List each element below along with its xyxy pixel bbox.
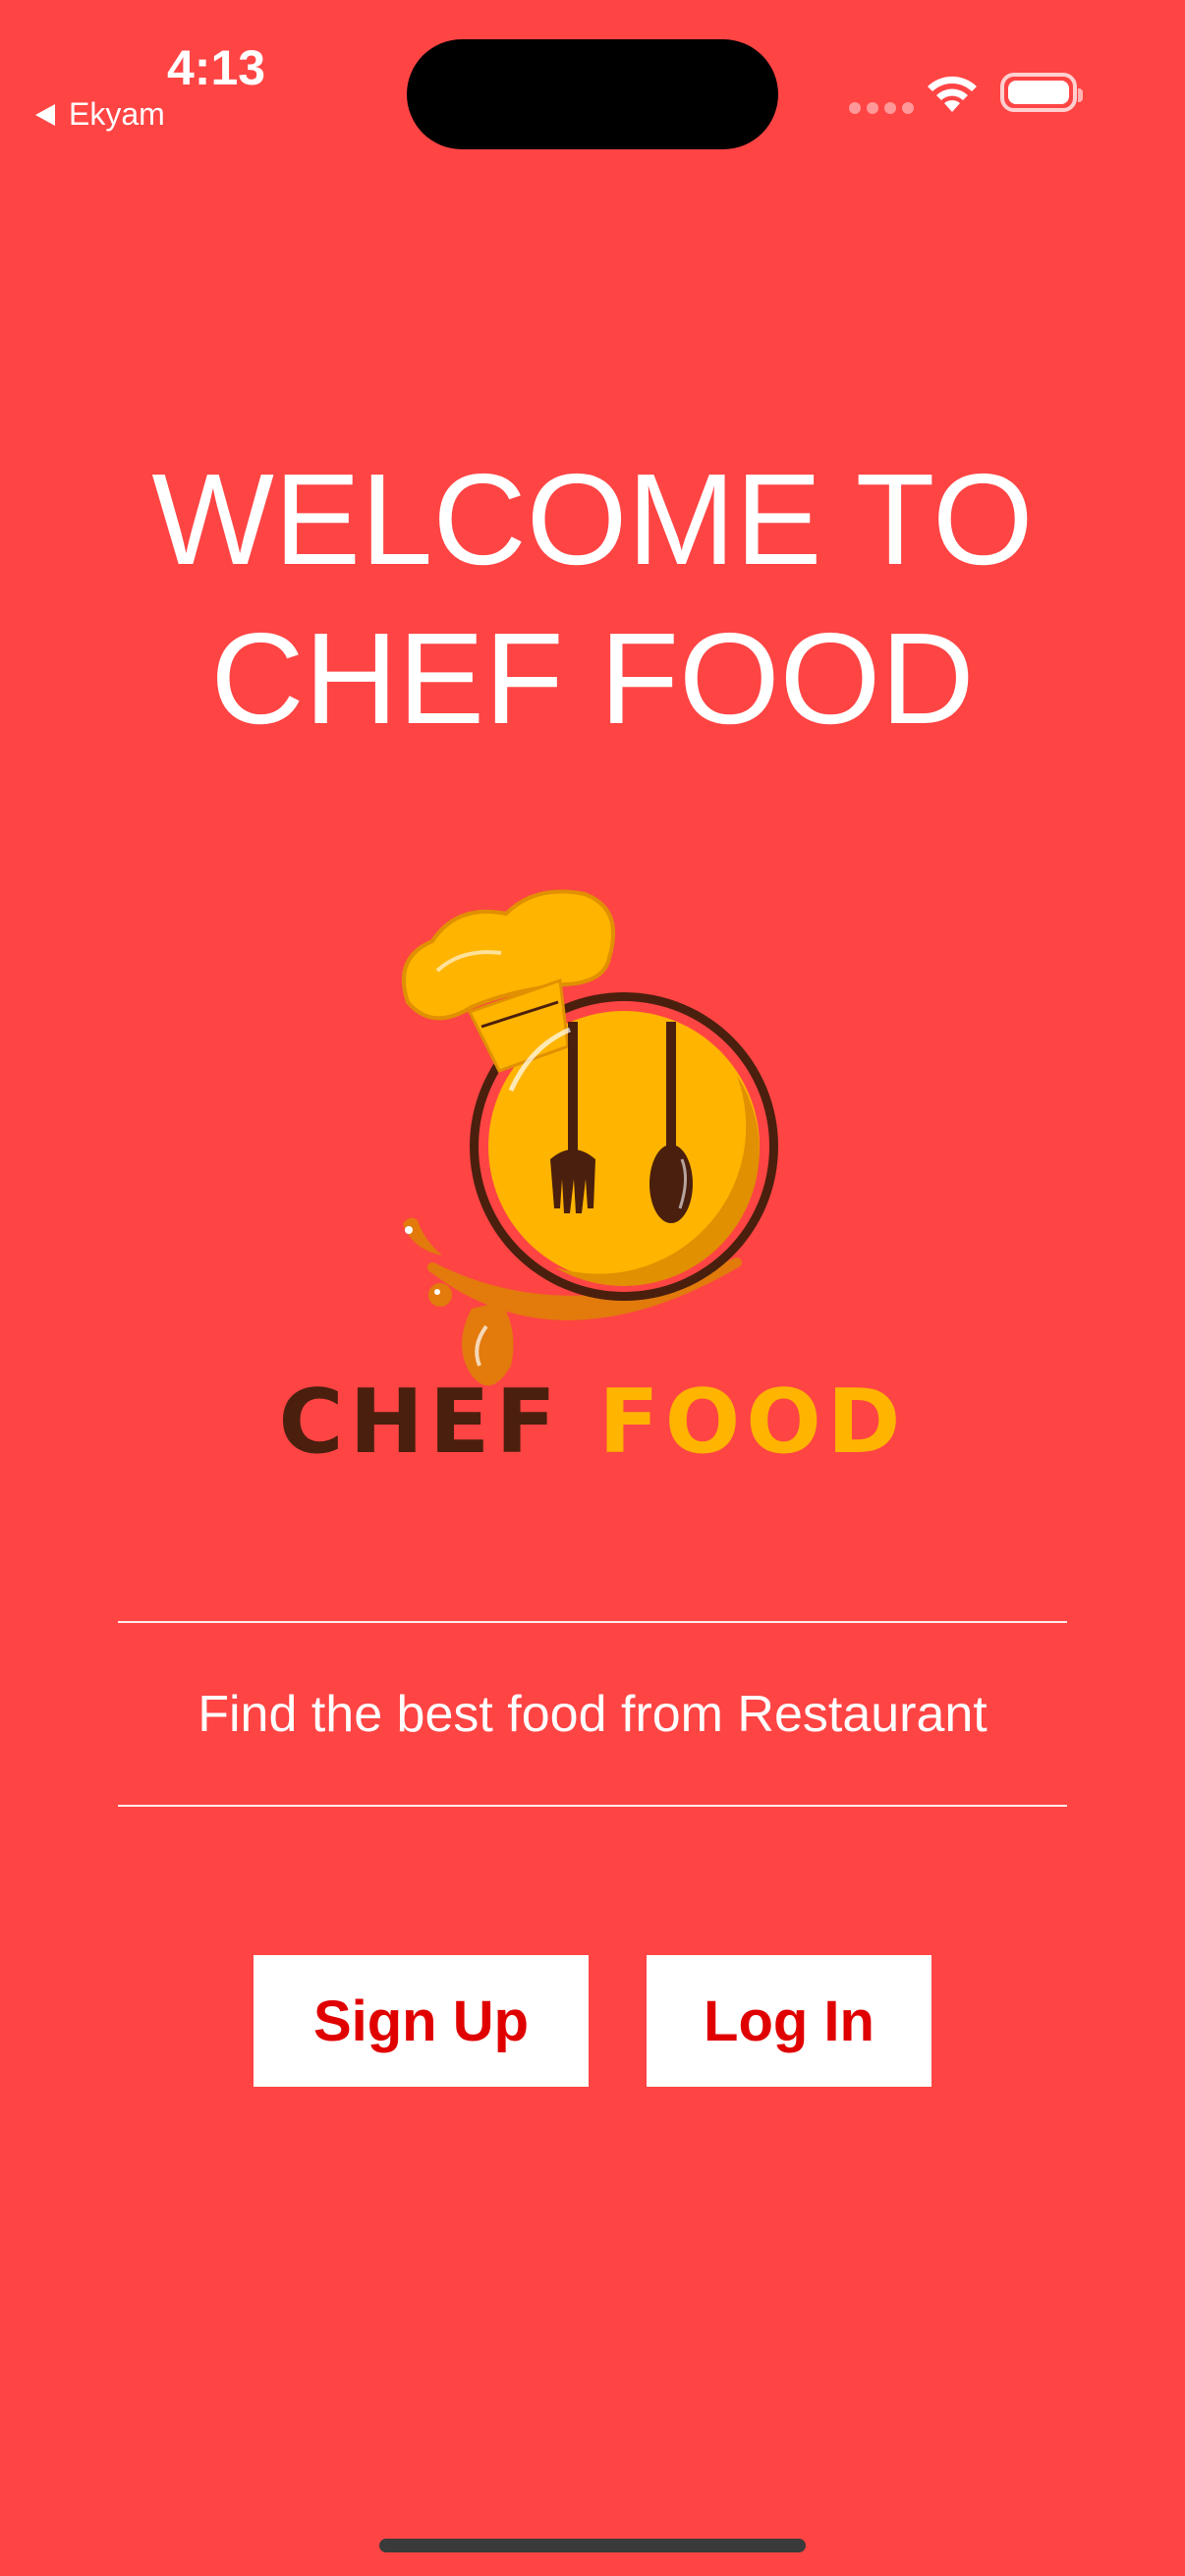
divider-top bbox=[118, 1621, 1067, 1623]
tagline: Find the best food from Restaurant bbox=[198, 1686, 988, 1743]
dynamic-island bbox=[407, 39, 778, 149]
wifi-icon bbox=[928, 76, 977, 112]
logo-wordmark: CHEF FOOD bbox=[0, 1371, 1185, 1474]
home-indicator[interactable] bbox=[379, 2539, 806, 2552]
welcome-screen: 4:13 Ekyam WELCOME TO CHEF FOOD CHEF FOO… bbox=[0, 0, 1185, 2576]
sign-up-button[interactable]: Sign Up bbox=[254, 1955, 589, 2087]
back-app-label: Ekyam bbox=[69, 96, 165, 132]
welcome-title-line2: CHEF FOOD bbox=[210, 606, 975, 751]
battery-icon bbox=[1000, 73, 1083, 112]
welcome-title-line1: WELCOME TO bbox=[151, 447, 1034, 591]
back-to-app-link[interactable]: Ekyam bbox=[35, 96, 165, 133]
logo-word-chef: CHEF bbox=[278, 1371, 562, 1474]
status-time: 4:13 bbox=[167, 40, 266, 95]
divider-bottom bbox=[118, 1805, 1067, 1807]
logo-word-food: FOOD bbox=[598, 1371, 907, 1474]
log-in-button[interactable]: Log In bbox=[647, 1955, 931, 2087]
welcome-title: WELCOME TO CHEF FOOD bbox=[0, 440, 1185, 758]
signal-dots-icon bbox=[849, 102, 914, 114]
back-triangle-icon bbox=[35, 103, 55, 126]
